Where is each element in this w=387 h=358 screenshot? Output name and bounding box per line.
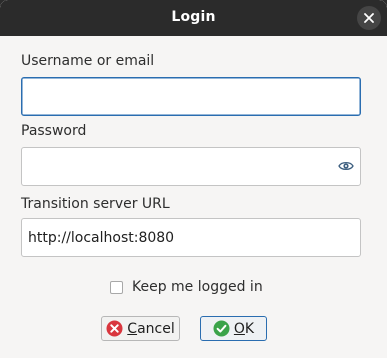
eye-icon[interactable] xyxy=(338,159,354,173)
ok-mnemonic: O xyxy=(233,320,245,337)
ok-label-rest: K xyxy=(244,320,255,337)
cancel-button[interactable]: Cancel xyxy=(101,316,180,341)
username-input[interactable] xyxy=(21,77,361,116)
login-dialog: Login Username or email Password Transit… xyxy=(0,0,387,358)
close-icon xyxy=(364,13,374,23)
close-button[interactable] xyxy=(357,6,381,30)
server-url-label: Transition server URL xyxy=(21,196,170,212)
dialog-title: Login xyxy=(171,9,216,25)
password-label: Password xyxy=(21,123,87,139)
cancel-icon xyxy=(106,320,123,337)
cancel-mnemonic: C xyxy=(127,320,138,337)
password-input[interactable] xyxy=(21,147,361,186)
keep-logged-in-row[interactable]: Keep me logged in xyxy=(110,279,263,295)
server-url-input[interactable] xyxy=(21,218,361,257)
cancel-label: Cancel xyxy=(127,321,174,337)
keep-logged-in-label[interactable]: Keep me logged in xyxy=(132,279,263,295)
username-label: Username or email xyxy=(21,53,155,69)
check-icon xyxy=(213,320,230,337)
cancel-label-rest: ancel xyxy=(137,320,175,337)
title-bar[interactable]: Login xyxy=(0,0,387,36)
ok-label: OK xyxy=(234,321,254,337)
ok-button[interactable]: OK xyxy=(200,316,267,341)
keep-logged-in-checkbox[interactable] xyxy=(110,280,123,294)
